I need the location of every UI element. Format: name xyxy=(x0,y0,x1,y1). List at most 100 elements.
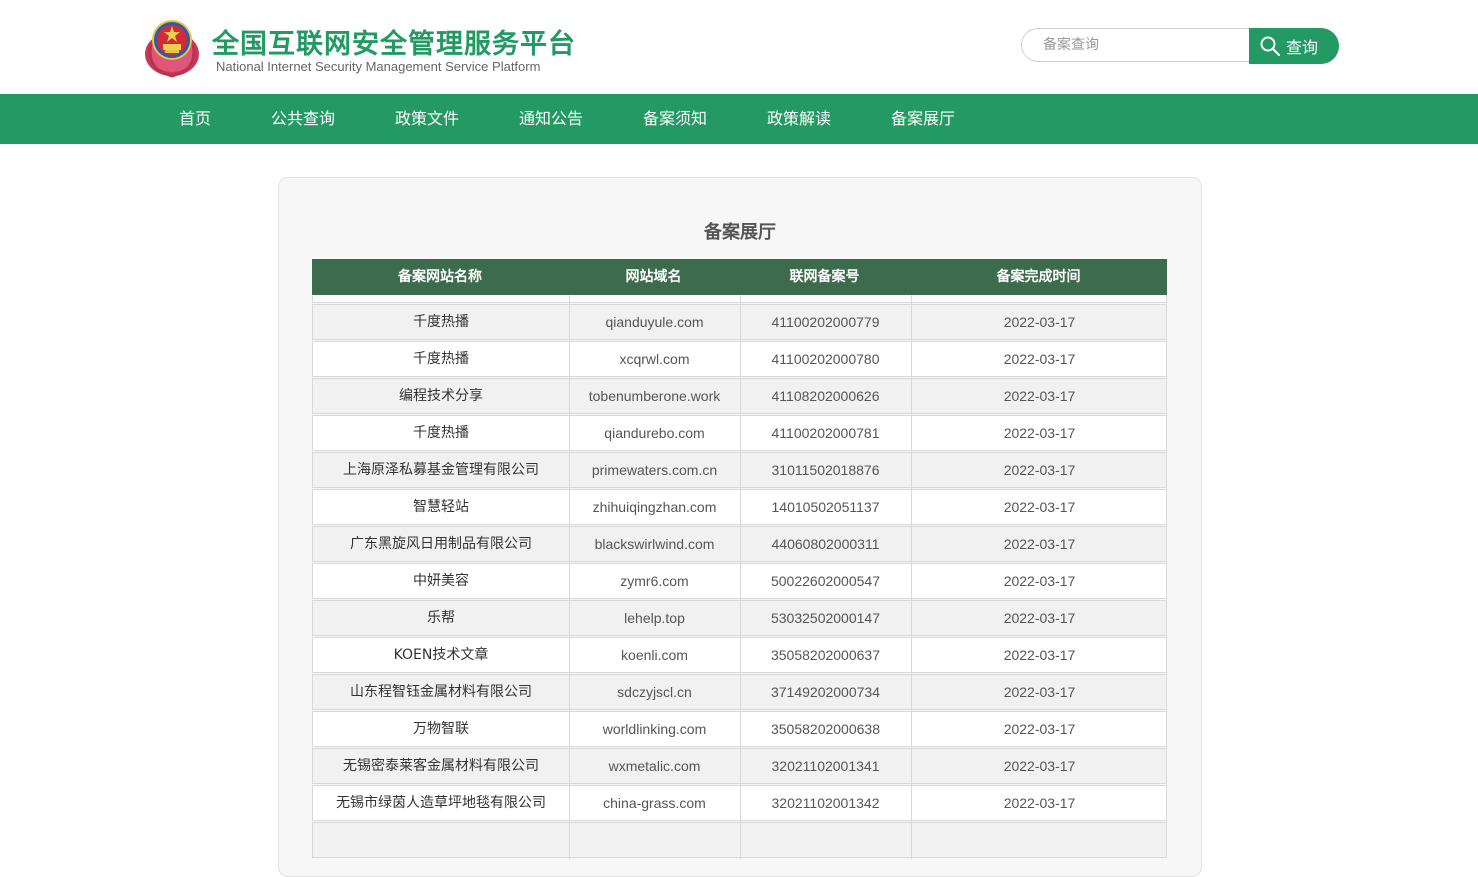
table-row xyxy=(312,822,1167,859)
cell-domain[interactable]: qianduyule.com xyxy=(569,305,740,340)
cell-domain[interactable]: worldlinking.com xyxy=(569,712,740,747)
cell-filing-number: 37149202000734 xyxy=(770,684,880,700)
cell-domain[interactable]: china-grass.com xyxy=(569,786,740,821)
nav-item-notices[interactable]: 通知公告 xyxy=(519,94,583,144)
cell-domain[interactable]: qiandurebo.com xyxy=(569,416,740,451)
cell-site-name: 无锡市绿茵人造草坪地毯有限公司 xyxy=(336,795,546,811)
cell-domain[interactable]: wxmetalic.com xyxy=(569,749,740,784)
cell-filing-number: 50022602000547 xyxy=(770,573,880,589)
site-header: 全国互联网安全管理服务平台 National Internet Security… xyxy=(0,0,1478,94)
table-row[interactable]: 千度热播 qiandurebo.com 41100202000781 2022-03-… xyxy=(312,415,1167,452)
cell-site-name: 智慧轻站 xyxy=(413,499,469,515)
column-divider xyxy=(569,564,570,600)
cell-completion-date: 2022-03-17 xyxy=(1003,351,1076,367)
search-icon xyxy=(1260,36,1281,57)
nav-item-public-query[interactable]: 公共查询 xyxy=(271,94,335,144)
cell-domain[interactable]: zhihuiqingzhan.com xyxy=(569,490,740,525)
search-input[interactable] xyxy=(1021,28,1249,62)
column-divider xyxy=(569,712,570,748)
table-body[interactable]: 千度热播 qianduyule.com 41100202000779 2022-03-… xyxy=(312,295,1167,875)
column-divider xyxy=(569,749,570,785)
column-header-domain: 网站域名 xyxy=(625,269,682,285)
cell-filing-number: 32021102001341 xyxy=(771,758,880,774)
cell-site-name: 无锡密泰莱客金属材料有限公司 xyxy=(343,758,539,774)
table-row[interactable]: 智慧轻站 zhihuiqingzhan.com 14010502051137 2022… xyxy=(312,489,1167,526)
cell-completion-date: 2022-03-17 xyxy=(1003,499,1076,515)
column-divider xyxy=(740,295,741,304)
column-divider xyxy=(740,638,741,674)
panel-title: 备案展厅 xyxy=(704,222,776,243)
table-row[interactable]: 广东黑旋风日用制品有限公司 blackswirlwind.com 440608020… xyxy=(312,526,1167,563)
column-divider xyxy=(740,527,741,563)
cell-site-name: 山东程智钰金属材料有限公司 xyxy=(350,684,532,700)
column-divider xyxy=(569,379,570,415)
search-bar: 查询 xyxy=(1021,28,1339,64)
column-divider xyxy=(569,490,570,526)
cell-completion-date: 2022-03-17 xyxy=(1003,610,1076,626)
cell-domain[interactable]: koenli.com xyxy=(569,638,740,673)
table-row[interactable]: 乐帮 lehelp.top 53032502000147 2022-03-17 xyxy=(312,600,1167,637)
cell-domain[interactable]: lehelp.top xyxy=(569,601,740,636)
cell-domain[interactable]: xcqrwl.com xyxy=(569,342,740,377)
column-divider xyxy=(740,305,741,341)
column-divider xyxy=(911,601,912,637)
column-header-completion-date: 备案完成时间 xyxy=(996,269,1081,285)
cell-filing-number: 41100202000780 xyxy=(771,351,880,367)
column-divider xyxy=(911,490,912,526)
nav-item-home[interactable]: 首页 xyxy=(179,94,211,144)
column-divider xyxy=(911,823,912,859)
column-divider xyxy=(740,749,741,785)
table-row[interactable]: 中妍美容 zymr6.com 50022602000547 2022-03-17 xyxy=(312,563,1167,600)
column-divider xyxy=(911,527,912,563)
cell-filing-number: 41108202000626 xyxy=(771,388,880,404)
cell-completion-date: 2022-03-17 xyxy=(1003,314,1076,330)
table-row[interactable]: KOEN技术文章 koenli.com 35058202000637 2022-03-… xyxy=(312,637,1167,674)
cell-domain[interactable]: blackswirlwind.com xyxy=(569,527,740,562)
column-divider xyxy=(740,786,741,822)
column-divider xyxy=(740,675,741,711)
cell-site-name: 中妍美容 xyxy=(413,573,469,589)
search-button-label: 查询 xyxy=(1286,38,1319,57)
cell-domain[interactable]: zymr6.com xyxy=(569,564,740,599)
column-divider xyxy=(569,305,570,341)
nav-item-policy-interpretation[interactable]: 政策解读 xyxy=(767,94,831,144)
nav-item-filing-guide[interactable]: 备案须知 xyxy=(643,94,707,144)
nav-item-filing-showcase[interactable]: 备案展厅 xyxy=(891,94,955,144)
search-button[interactable]: 查询 xyxy=(1249,28,1339,64)
column-divider xyxy=(569,638,570,674)
cell-completion-date: 2022-03-17 xyxy=(1003,647,1076,663)
column-divider xyxy=(740,416,741,452)
column-divider xyxy=(911,416,912,452)
column-divider xyxy=(911,786,912,822)
cell-domain[interactable]: tobenumberone.work xyxy=(569,379,740,414)
cell-filing-number: 35058202000637 xyxy=(770,647,880,663)
cell-filing-number: 41100202000781 xyxy=(771,425,880,441)
cell-completion-date: 2022-03-17 xyxy=(1003,795,1076,811)
column-divider xyxy=(569,675,570,711)
column-divider xyxy=(740,712,741,748)
table-row[interactable]: 万物智联 worldlinking.com 35058202000638 2022-0… xyxy=(312,711,1167,748)
table-row[interactable]: 山东程智钰金属材料有限公司 sdczyjscl.cn 37149202000734 2… xyxy=(312,674,1167,711)
column-divider xyxy=(740,453,741,489)
nav-item-policy-documents[interactable]: 政策文件 xyxy=(395,94,459,144)
cell-site-name: 千度热播 xyxy=(413,314,469,330)
column-divider xyxy=(569,453,570,489)
cell-domain[interactable]: sdczyjscl.cn xyxy=(569,675,740,710)
table-row[interactable]: 编程技术分享 tobenumberone.work 41108202000626 20… xyxy=(312,378,1167,415)
column-divider xyxy=(569,295,570,304)
column-divider xyxy=(911,749,912,785)
column-divider xyxy=(569,786,570,822)
cell-completion-date: 2022-03-17 xyxy=(1003,388,1076,404)
column-divider xyxy=(740,490,741,526)
cell-domain[interactable]: primewaters.com.cn xyxy=(569,453,740,488)
column-divider xyxy=(911,305,912,341)
table-row[interactable]: 无锡密泰莱客金属材料有限公司 wxmetalic.com 3202110200134… xyxy=(312,748,1167,785)
table-row[interactable]: 千度热播 qianduyule.com 41100202000779 2022-03-… xyxy=(312,304,1167,341)
table-row[interactable]: 千度热播 xcqrwl.com 41100202000780 2022-03-17 xyxy=(312,341,1167,378)
police-emblem-logo[interactable] xyxy=(143,14,201,78)
column-divider xyxy=(569,342,570,378)
table-row[interactable]: 无锡市绿茵人造草坪地毯有限公司 china-grass.com 3202110200… xyxy=(312,785,1167,822)
table-row[interactable]: 上海原泽私募基金管理有限公司 primewaters.com.cn 31011502… xyxy=(312,452,1167,489)
cell-filing-number: 31011502018876 xyxy=(771,462,880,478)
column-divider xyxy=(569,601,570,637)
